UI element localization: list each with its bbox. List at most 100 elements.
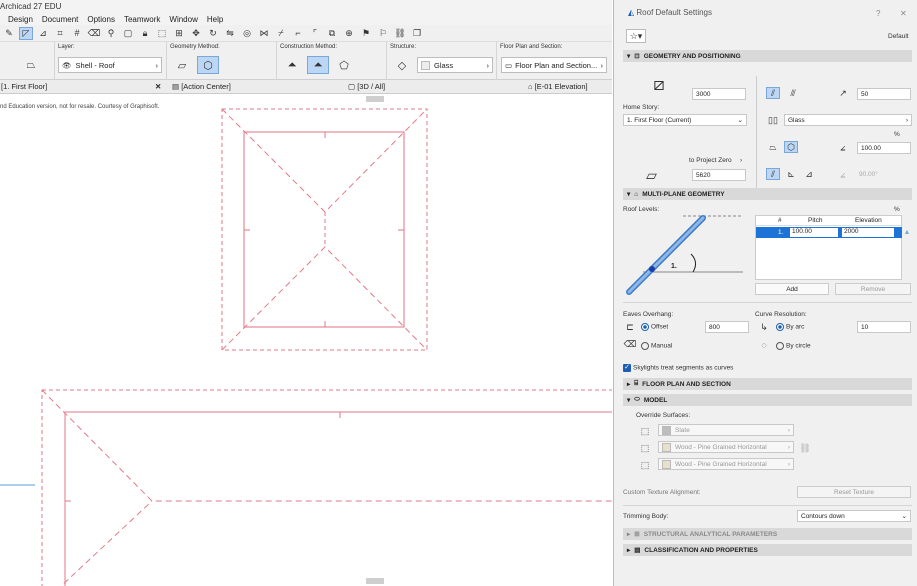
skylights-checkbox[interactable]: ✓ Skylights treat segments as curves bbox=[623, 364, 733, 372]
multi-plane-icon[interactable]: ⬡ bbox=[197, 56, 219, 74]
drag-handle-bottom[interactable] bbox=[366, 578, 384, 584]
menu-teamwork[interactable]: Teamwork bbox=[124, 15, 160, 24]
structure-select[interactable]: Glass › bbox=[417, 57, 493, 73]
close-icon[interactable]: ✕ bbox=[155, 82, 161, 91]
copy-icon[interactable]: ❐ bbox=[410, 27, 424, 40]
fillet-icon[interactable]: ⌜ bbox=[308, 27, 322, 40]
document-flag-icon[interactable]: ⚐ bbox=[376, 27, 390, 40]
lock-icon[interactable]: 🔒︎ bbox=[138, 27, 152, 40]
table-row[interactable]: 1. 100.00 2000 bbox=[756, 227, 902, 238]
link-icon[interactable]: ⛓ bbox=[393, 27, 407, 40]
menu-design[interactable]: Design bbox=[8, 15, 33, 24]
roof-thickness-field[interactable]: 3000 bbox=[692, 88, 746, 100]
offset-radio[interactable]: Offset bbox=[641, 323, 668, 331]
model-section-header[interactable]: ▾ ⬭ MODEL bbox=[623, 394, 912, 406]
trimming-body-select[interactable]: Contours down ⌄ bbox=[797, 510, 911, 522]
rotate-icon[interactable]: ↻ bbox=[206, 27, 220, 40]
tab-elevation[interactable]: ⌂ [E-01 Elevation] bbox=[528, 82, 588, 91]
flag-icon[interactable]: ⚑ bbox=[359, 27, 373, 40]
surface-bottom-icon[interactable]: ⬚ bbox=[638, 459, 652, 471]
construction-dome-icon[interactable]: ⬠ bbox=[333, 56, 355, 74]
offset-icon[interactable]: ⧉ bbox=[325, 27, 339, 40]
by-arc-radio[interactable]: By arc bbox=[776, 323, 804, 331]
roof-icon[interactable]: ⏢ bbox=[20, 56, 42, 74]
row-pitch-field[interactable]: 100.00 bbox=[790, 228, 838, 237]
tab-action-center[interactable]: ▤ [Action Center] bbox=[172, 82, 231, 91]
reset-texture-button[interactable]: Reset Texture bbox=[797, 486, 911, 498]
adjust-icon[interactable]: ⌿ bbox=[274, 27, 288, 40]
multiplane-section-title: MULTI-PLANE GEOMETRY bbox=[642, 190, 725, 198]
menu-document[interactable]: Document bbox=[42, 15, 78, 24]
offset-radio-dot bbox=[641, 323, 649, 331]
chevron-right-icon[interactable]: › bbox=[740, 157, 742, 164]
surface-top-select[interactable]: Slate › bbox=[658, 424, 794, 436]
edge-plumb-icon[interactable]: ⏢ bbox=[766, 141, 780, 153]
magic-wand-icon[interactable]: ⚲ bbox=[104, 27, 118, 40]
edge-square-icon[interactable]: ⬡ bbox=[784, 141, 798, 153]
by-circle-radio[interactable]: By circle bbox=[776, 342, 811, 350]
layer-select[interactable]: 👁︎ Shell - Roof › bbox=[58, 57, 162, 73]
favorites-star-icon[interactable]: ☆▾ bbox=[626, 29, 646, 43]
floor-plan-canvas[interactable]: nd Education version, not for resale. Co… bbox=[0, 94, 612, 586]
edge-vertical-icon[interactable]: ⫽ bbox=[766, 168, 780, 180]
roof-pitch-field[interactable]: 50 bbox=[857, 88, 911, 100]
pencil-icon[interactable]: ✎ bbox=[2, 27, 16, 40]
close-dialog-button[interactable]: ✕ bbox=[900, 9, 907, 18]
project-zero-field[interactable]: 5620 bbox=[692, 169, 746, 181]
floorplan-section-header[interactable]: ▸ ⌸ FLOOR PLAN AND SECTION bbox=[623, 378, 912, 390]
menu-options[interactable]: Options bbox=[87, 15, 115, 24]
add-point-icon[interactable]: ⊕ bbox=[342, 27, 356, 40]
construction-basic-icon[interactable]: ⏶ bbox=[281, 56, 303, 74]
surface-top-icon[interactable]: ⬚ bbox=[638, 425, 652, 437]
select-tool-icon[interactable]: ⬚ bbox=[155, 27, 169, 40]
mirror-icon[interactable]: ⇋ bbox=[223, 27, 237, 40]
floorplan-select[interactable]: ▭ Floor Plan and Section... › bbox=[501, 57, 607, 73]
drag-handle-top[interactable] bbox=[366, 96, 384, 102]
trace-icon[interactable]: ◎ bbox=[240, 27, 254, 40]
edge-percent-field[interactable]: 100.00 bbox=[857, 142, 911, 154]
selection-icon[interactable]: ◸ bbox=[19, 26, 33, 40]
guide-icon[interactable]: ⌗ bbox=[53, 27, 67, 40]
structure-type-icon[interactable]: ▯▯ bbox=[766, 114, 780, 126]
split-icon[interactable]: ⋈ bbox=[257, 27, 271, 40]
row-elevation-field[interactable]: 2000 bbox=[842, 228, 894, 237]
menu-window[interactable]: Window bbox=[169, 15, 197, 24]
classification-section-title: CLASSIFICATION AND PROPERTIES bbox=[644, 546, 758, 554]
tab-elevation-label: [E-01 Elevation] bbox=[534, 82, 588, 91]
add-level-button[interactable]: Add bbox=[755, 283, 829, 295]
structural-section-header[interactable]: ▸ ⊞ STRUCTURAL ANALYTICAL PARAMETERS bbox=[623, 528, 912, 540]
tab-3d[interactable]: ▢ [3D / All] bbox=[348, 82, 385, 91]
align-icon[interactable]: ⊞ bbox=[172, 27, 186, 40]
surface-side-icon[interactable]: ⬚ bbox=[638, 442, 652, 454]
structure-value: Glass bbox=[434, 60, 454, 70]
snap-icon[interactable]: ⊿ bbox=[36, 27, 50, 40]
structure-type-icon[interactable]: ◇ bbox=[391, 56, 413, 74]
surface-bottom-select[interactable]: Wood - Pine Grained Horizontal › bbox=[658, 458, 794, 470]
layer-view-icon[interactable]: ▢ bbox=[121, 27, 135, 40]
home-story-select[interactable]: 1. First Floor (Current) ⌄ bbox=[623, 114, 747, 126]
chain-link-icon[interactable]: ⛓ bbox=[798, 438, 812, 458]
panel-structure-select[interactable]: Glass › bbox=[784, 114, 912, 126]
grid-icon[interactable]: # bbox=[70, 27, 84, 40]
single-plane-icon[interactable]: ⏥ bbox=[171, 56, 193, 74]
edge-custom-icon[interactable]: ⊿ bbox=[802, 168, 816, 180]
eraser-icon[interactable]: ⌫ bbox=[87, 27, 101, 40]
construction-hip-icon[interactable]: ⏶ bbox=[307, 56, 329, 74]
help-button[interactable]: ? bbox=[876, 9, 880, 18]
move-icon[interactable]: ✥ bbox=[189, 27, 203, 40]
intersect-icon[interactable]: ⌐ bbox=[291, 27, 305, 40]
surface-side-select[interactable]: Wood - Pine Grained Horizontal › bbox=[658, 441, 794, 453]
classification-section-header[interactable]: ▸ ▤ CLASSIFICATION AND PROPERTIES bbox=[623, 544, 912, 556]
remove-level-button[interactable]: Remove bbox=[835, 283, 911, 295]
manual-radio[interactable]: Manual bbox=[641, 342, 672, 350]
geometry-section-header[interactable]: ▾ ⊡ GEOMETRY AND POSITIONING bbox=[623, 50, 912, 62]
tab-first-floor[interactable]: [1. First Floor] bbox=[1, 82, 47, 91]
eaves-offset-field[interactable]: 800 bbox=[705, 321, 749, 333]
pitch-percent-icon[interactable]: ⫻ bbox=[786, 87, 800, 99]
menu-help[interactable]: Help bbox=[207, 15, 223, 24]
curve-resolution-field[interactable]: 10 bbox=[857, 321, 911, 333]
scroll-up-icon[interactable]: ▲ bbox=[900, 226, 914, 238]
pitch-angle-icon[interactable]: ⫽ bbox=[766, 87, 780, 99]
multiplane-section-header[interactable]: ▾ ⌂ MULTI-PLANE GEOMETRY bbox=[623, 188, 912, 200]
edge-perpendicular-icon[interactable]: ⊾ bbox=[784, 168, 798, 180]
